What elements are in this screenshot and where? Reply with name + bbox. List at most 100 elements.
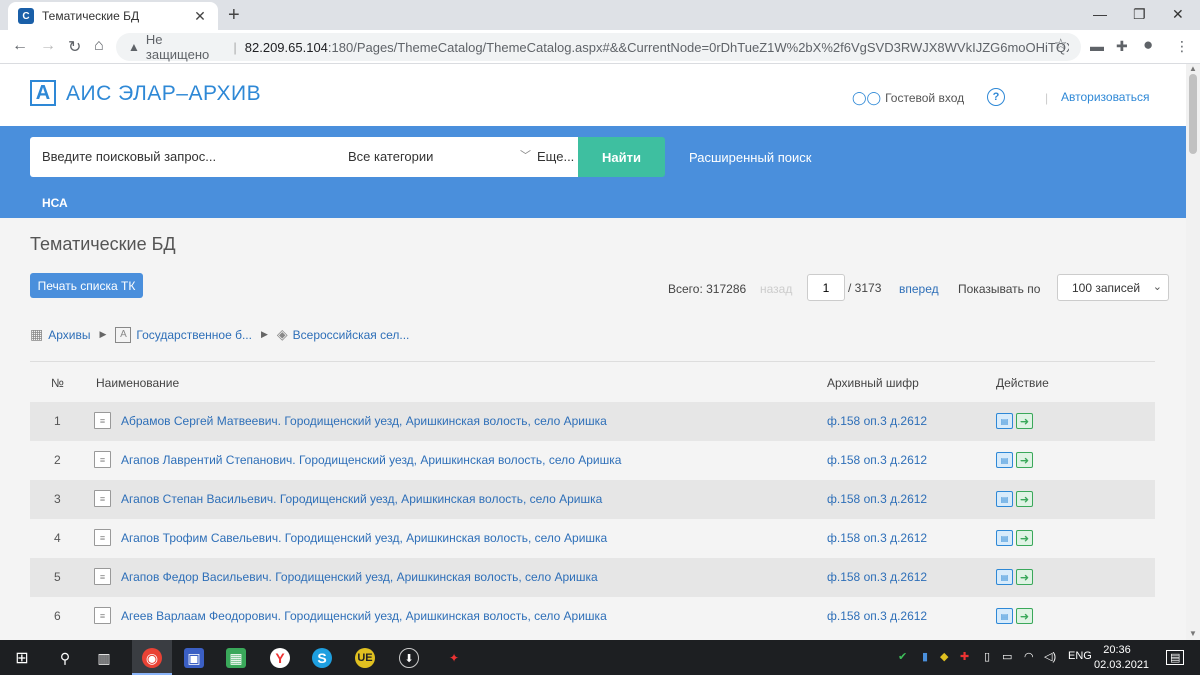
task-view-icon[interactable]: ▥ <box>94 648 114 668</box>
spreadsheet-icon[interactable]: ▦ <box>226 648 246 668</box>
logo-icon[interactable]: A <box>30 80 56 106</box>
search-input[interactable] <box>42 149 332 164</box>
chevron-right-icon: ▶ <box>260 329 268 339</box>
restore-icon[interactable]: ❐ <box>1133 6 1146 23</box>
page-scrollbar[interactable]: ▲ ▼ <box>1186 64 1200 640</box>
tray-red-icon[interactable]: ✚ <box>960 650 969 663</box>
tray-device-icon[interactable]: ▯ <box>984 650 990 663</box>
windows-start-icon[interactable]: ⊞ <box>12 648 32 668</box>
next-page-link[interactable]: вперед <box>899 282 939 296</box>
tray-check-icon[interactable]: ✔ <box>898 650 907 663</box>
row-archive-code[interactable]: ф.158 оп.3 д.2612 <box>827 414 927 428</box>
breadcrumb-item-all-russian[interactable]: Всероссийская сел... <box>293 328 410 342</box>
row-name-link[interactable]: Агапов Федор Васильевич. Городищенский у… <box>121 570 598 584</box>
close-tab-icon[interactable]: ✕ <box>192 8 208 25</box>
reload-icon[interactable]: ↻ <box>68 37 81 57</box>
home-icon[interactable]: ⌂ <box>94 37 104 55</box>
volume-icon[interactable]: ◁) <box>1044 650 1056 663</box>
tray-yellow-icon[interactable]: ◆ <box>940 650 948 663</box>
page-number-input[interactable] <box>807 274 845 301</box>
go-arrow-icon[interactable]: ➜ <box>1016 491 1033 507</box>
view-card-icon[interactable]: ▤ <box>996 452 1013 468</box>
chrome-icon[interactable]: ◉ <box>142 648 162 668</box>
view-card-icon[interactable]: ▤ <box>996 569 1013 585</box>
print-list-button[interactable]: Печать списка ТК <box>30 273 143 298</box>
tab-title: Тематические БД <box>42 9 140 23</box>
table-row[interactable]: 4 ≡ Агапов Трофим Савельевич. Городищенс… <box>30 519 1155 558</box>
wifi-icon[interactable]: ◠ <box>1024 650 1034 663</box>
more-link[interactable]: Еще... <box>537 149 574 164</box>
login-link[interactable]: Авторизоваться <box>1061 90 1149 104</box>
tray-power-icon[interactable]: ▭ <box>1002 650 1012 663</box>
download-icon[interactable]: ⬇ <box>399 648 419 668</box>
new-tab-icon[interactable]: + <box>228 4 240 27</box>
go-arrow-icon[interactable]: ➜ <box>1016 530 1033 546</box>
table-row[interactable]: 1 ≡ Абрамов Сергей Матвеевич. Городищенс… <box>30 402 1155 441</box>
warning-icon: ▲ <box>128 40 140 54</box>
row-archive-code[interactable]: ф.158 оп.3 д.2612 <box>827 570 927 584</box>
chevron-down-icon[interactable]: ﹀ <box>520 147 531 163</box>
prev-page-link[interactable]: назад <box>760 282 792 296</box>
advanced-search-link[interactable]: Расширенный поиск <box>689 150 811 165</box>
go-arrow-icon[interactable]: ➜ <box>1016 569 1033 585</box>
view-card-icon[interactable]: ▤ <box>996 530 1013 546</box>
row-name-link[interactable]: Абрамов Сергей Матвеевич. Городищенский … <box>121 414 607 428</box>
guest-login-link[interactable]: ◯◯ Гостевой вход <box>852 90 964 106</box>
row-archive-code[interactable]: ф.158 оп.3 д.2612 <box>827 609 927 623</box>
close-window-icon[interactable]: ✕ <box>1172 6 1184 23</box>
find-button[interactable]: Найти <box>578 137 665 177</box>
bookmark-star-icon[interactable]: ☆ <box>1054 35 1067 53</box>
row-name-link[interactable]: Агапов Трофим Савельевич. Городищенский … <box>121 531 607 545</box>
help-icon[interactable]: ? <box>987 88 1005 106</box>
search-box: Все категории ﹀ Еще... <box>30 137 578 177</box>
clock-time: 20:36 <box>1103 644 1131 656</box>
chevron-right-icon: ▶ <box>99 329 107 339</box>
scroll-down-icon[interactable]: ▼ <box>1189 629 1197 638</box>
per-page-select[interactable]: 100 записей ⌄ <box>1057 274 1169 301</box>
breadcrumb-item-state[interactable]: Государственное б... <box>136 328 252 342</box>
table-row[interactable]: 5 ≡ Агапов Федор Васильевич. Городищенск… <box>30 558 1155 597</box>
row-archive-code[interactable]: ф.158 оп.3 д.2612 <box>827 492 927 506</box>
url-field[interactable]: ▲ Не защищено | 82.209.65.104 :180/Pages… <box>116 32 1081 62</box>
breadcrumb-item-archives[interactable]: Архивы <box>48 328 90 342</box>
view-card-icon[interactable]: ▤ <box>996 608 1013 624</box>
skype-icon[interactable]: S <box>312 648 332 668</box>
yandex-icon[interactable]: Y <box>270 648 290 668</box>
scrollbar-thumb[interactable] <box>1189 74 1197 154</box>
table-row[interactable]: 2 ≡ Агапов Лаврентий Степанович. Городищ… <box>30 441 1155 480</box>
clock[interactable]: 20:36 02.03.2021 <box>1094 643 1149 673</box>
back-icon[interactable]: ← <box>12 37 28 55</box>
profile-icon[interactable]: ● <box>1143 35 1153 55</box>
table-row[interactable]: 6 ≡ Агеев Варлаам Феодорович. Городищенс… <box>30 597 1155 636</box>
row-name-link[interactable]: Агеев Варлаам Феодорович. Городищенский … <box>121 609 607 623</box>
table-row[interactable]: 3 ≡ Агапов Степан Васильевич. Городищенс… <box>30 480 1155 519</box>
row-archive-code[interactable]: ф.158 оп.3 д.2612 <box>827 453 927 467</box>
go-arrow-icon[interactable]: ➜ <box>1016 413 1033 429</box>
view-card-icon[interactable]: ▤ <box>996 413 1013 429</box>
forward-icon[interactable]: → <box>40 37 56 55</box>
table-header: № Наименование Архивный шифр Действие <box>30 374 1155 394</box>
browser-tab[interactable]: C Тематические БД ✕ <box>8 2 218 30</box>
minimize-icon[interactable]: — <box>1093 6 1107 22</box>
menu-dots-icon[interactable]: ⋮ <box>1175 38 1189 55</box>
app-ue-icon[interactable]: UE <box>355 648 375 668</box>
extension-icon[interactable]: ▬ <box>1090 38 1104 54</box>
notification-icon[interactable]: ▤ <box>1166 650 1185 665</box>
puzzle-icon[interactable]: ✚ <box>1116 38 1128 55</box>
search-icon[interactable]: ⚲ <box>55 648 75 668</box>
nav-nsa[interactable]: НСА <box>42 196 68 210</box>
language-indicator[interactable]: ENG <box>1068 650 1092 662</box>
save-floppy-icon[interactable]: ▣ <box>184 648 204 668</box>
go-arrow-icon[interactable]: ➜ <box>1016 608 1033 624</box>
view-card-icon[interactable]: ▤ <box>996 491 1013 507</box>
row-name-link[interactable]: Агапов Степан Васильевич. Городищенский … <box>121 492 602 506</box>
scroll-up-icon[interactable]: ▲ <box>1189 64 1197 73</box>
site-logo-text[interactable]: АИС ЭЛАР–АРХИВ <box>66 82 261 106</box>
category-select[interactable]: Все категории <box>348 149 433 164</box>
row-archive-code[interactable]: ф.158 оп.3 д.2612 <box>827 531 927 545</box>
row-name-link[interactable]: Агапов Лаврентий Степанович. Городищенск… <box>121 453 621 467</box>
tray-battery-icon[interactable]: ▮ <box>922 650 928 663</box>
go-arrow-icon[interactable]: ➜ <box>1016 452 1033 468</box>
col-num-header: № <box>51 376 64 390</box>
app-red-icon[interactable]: ✦ <box>444 648 464 668</box>
